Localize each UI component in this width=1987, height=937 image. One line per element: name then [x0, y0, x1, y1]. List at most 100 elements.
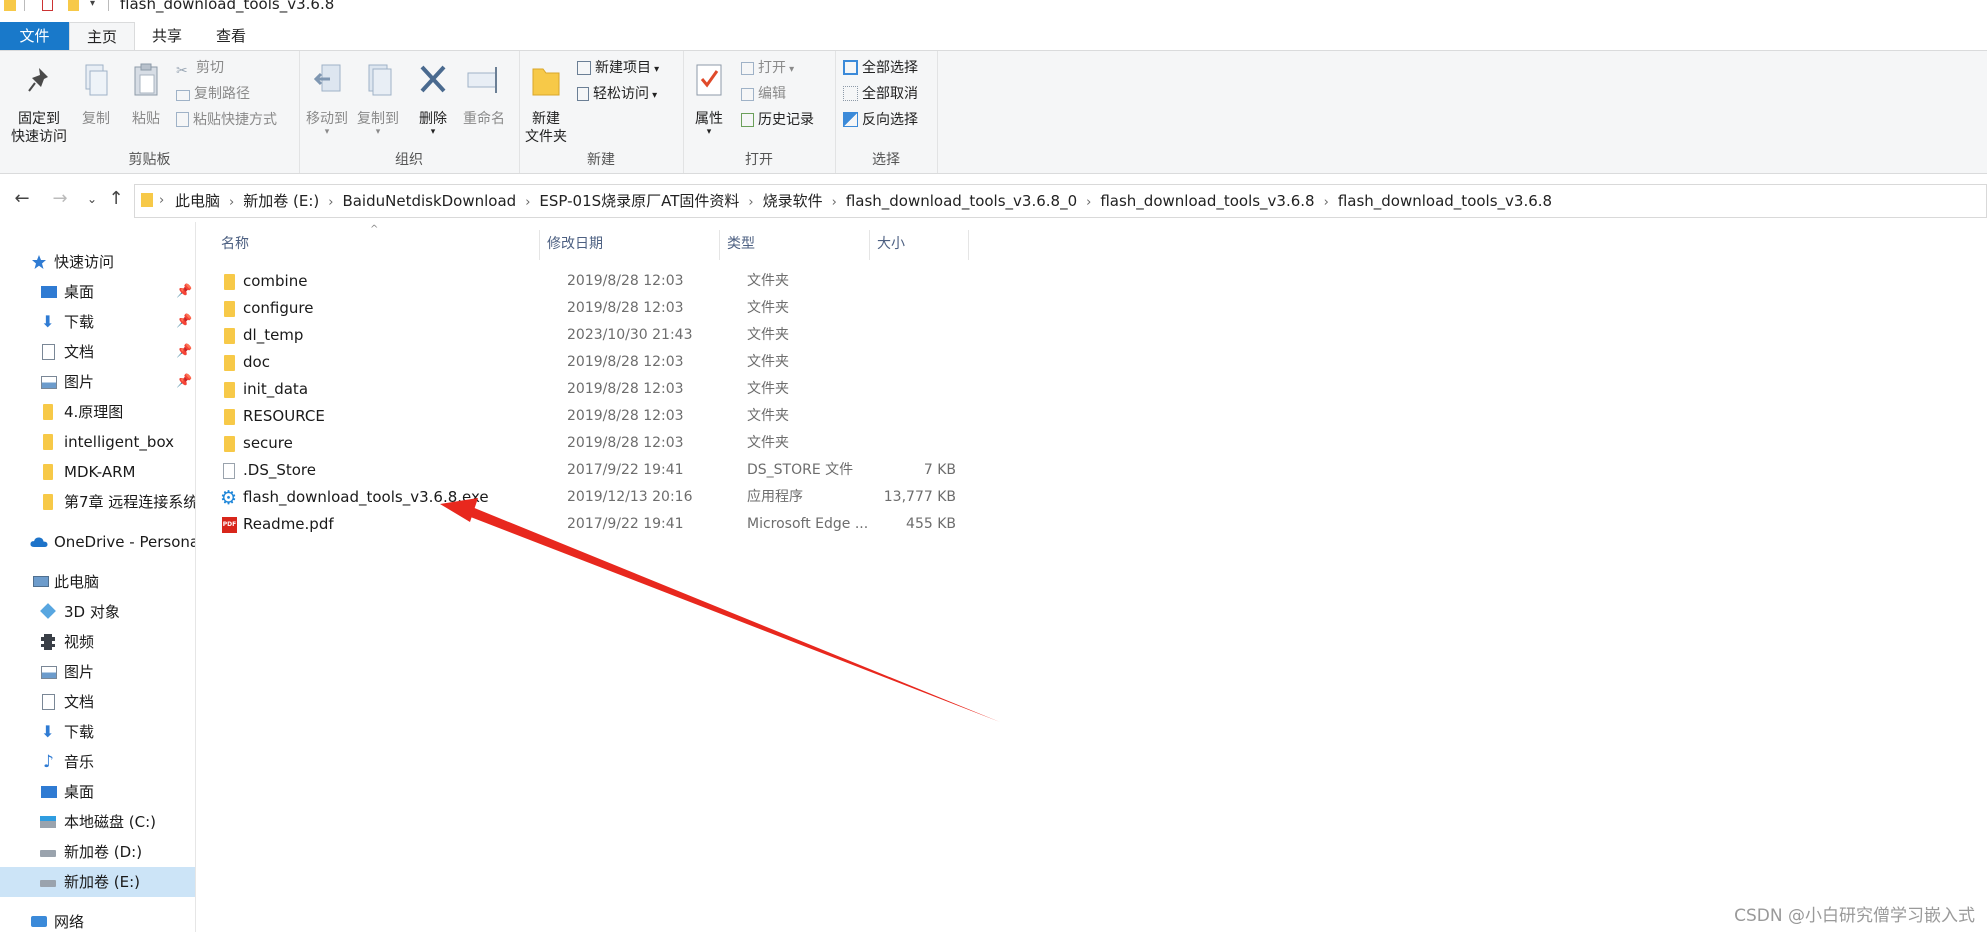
file-row[interactable]: doc 2019/8/28 12:03 文件夹	[216, 349, 1166, 376]
nav-item-folder[interactable]: 第7章 远程连接系统	[0, 487, 195, 517]
tab-file[interactable]: 文件	[0, 22, 69, 50]
cube-icon	[40, 603, 56, 619]
file-row[interactable]: RESOURCE 2019/8/28 12:03 文件夹	[216, 403, 1166, 430]
rename-button[interactable]: 重命名	[459, 61, 509, 128]
chevron-right-icon[interactable]: ›	[525, 187, 530, 219]
tab-home[interactable]: 主页	[69, 22, 135, 50]
breadcrumb-item[interactable]: flash_download_tools_v3.6.8	[1100, 185, 1314, 217]
breadcrumb-item[interactable]: 烧录软件	[763, 185, 823, 217]
nav-item-music[interactable]: ♪ 音乐	[0, 747, 195, 777]
column-divider[interactable]	[869, 230, 870, 260]
cut-button[interactable]: ✂ 剪切	[176, 57, 224, 79]
history-button[interactable]: 历史记录	[741, 109, 814, 131]
breadcrumb-item[interactable]: ESP-01S烧录原厂AT固件资料	[539, 185, 739, 217]
breadcrumb-item[interactable]: BaiduNetdiskDownload	[342, 185, 516, 217]
nav-item-drive-c[interactable]: 本地磁盘 (C:)	[0, 807, 195, 837]
properties-button[interactable]: 属性 ▾	[691, 61, 727, 137]
tab-share[interactable]: 共享	[135, 22, 199, 50]
back-arrow-icon[interactable]: ←	[10, 188, 34, 209]
nav-item-downloads[interactable]: ⬇ 下载 📌	[0, 307, 195, 337]
chevron-right-icon[interactable]: ›	[1086, 187, 1091, 219]
nav-this-pc[interactable]: 此电脑	[0, 567, 195, 597]
chevron-right-icon[interactable]: ›	[1324, 187, 1329, 219]
chevron-right-icon[interactable]: ›	[748, 187, 753, 219]
column-divider[interactable]	[719, 230, 720, 260]
copy-to-button[interactable]: 复制到 ▾	[353, 61, 403, 137]
chevron-down-icon[interactable]: ▾	[90, 0, 95, 9]
nav-item-folder[interactable]: 4.原理图	[0, 397, 195, 427]
new-item-button[interactable]: 新建项目 ▾	[577, 57, 659, 79]
file-row[interactable]: PDF Readme.pdf 2017/9/22 19:41 Microsoft…	[216, 511, 1166, 538]
chevron-right-icon[interactable]: ›	[328, 187, 333, 219]
invert-selection-button[interactable]: 反向选择	[843, 109, 918, 131]
nav-item-pictures[interactable]: 图片	[0, 657, 195, 687]
edit-button[interactable]: 编辑	[741, 83, 786, 105]
column-header-type[interactable]: 类型	[727, 230, 755, 258]
nav-network[interactable]: 网络	[0, 907, 195, 937]
new-folder-icon[interactable]	[68, 0, 79, 11]
address-bar[interactable]: › 此电脑 › 新加卷 (E:) › BaiduNetdiskDownload › ESP-…	[134, 184, 1987, 218]
up-arrow-icon[interactable]: ↑	[104, 188, 128, 209]
column-divider[interactable]	[539, 230, 540, 260]
paste-shortcut-button[interactable]: 粘贴快捷方式	[176, 109, 277, 131]
nav-item-videos[interactable]: 视频	[0, 627, 195, 657]
nav-item-documents[interactable]: 文档 📌	[0, 337, 195, 367]
column-header-name[interactable]: 名称	[221, 230, 249, 258]
recent-locations-chevron-icon[interactable]: ⌄	[80, 192, 104, 206]
nav-quick-access[interactable]: 快速访问	[0, 247, 195, 277]
column-header-date[interactable]: 修改日期	[547, 230, 603, 258]
delete-x-icon	[420, 65, 446, 93]
nav-item-3d-objects[interactable]: 3D 对象	[0, 597, 195, 627]
nav-item-desktop[interactable]: 桌面	[0, 777, 195, 807]
cloud-icon	[30, 537, 48, 547]
new-group-label: 新建	[587, 152, 615, 168]
breadcrumb-item[interactable]: flash_download_tools_v3.6.8_0	[846, 185, 1077, 217]
file-row[interactable]: ⚙ flash_download_tools_v3.6.8.exe 2019/1…	[216, 484, 1166, 511]
copy-path-button[interactable]: 复制路径	[176, 83, 250, 105]
tab-view[interactable]: 查看	[199, 22, 263, 50]
pin-icon: 📌	[176, 284, 193, 299]
column-divider[interactable]	[968, 230, 969, 260]
nav-item-drive-d[interactable]: 新加卷 (D:)	[0, 837, 195, 867]
forward-arrow-icon[interactable]: →	[48, 188, 72, 209]
select-none-button[interactable]: 全部取消	[843, 83, 918, 105]
navigation-pane: 快速访问 桌面 📌 ⬇ 下载 📌 文档 📌 图片 📌 4.原理图 intelli…	[0, 222, 196, 932]
file-row[interactable]: init_data 2019/8/28 12:03 文件夹	[216, 376, 1166, 403]
open-group: 属性 ▾ 打开 ▾ 编辑 历史记录 打开	[683, 51, 836, 173]
paste-button[interactable]: 粘贴	[126, 61, 166, 128]
edit-icon	[741, 88, 754, 101]
breadcrumb-item[interactable]: 新加卷 (E:)	[243, 185, 319, 217]
breadcrumb-item[interactable]: flash_download_tools_v3.6.8	[1338, 185, 1552, 217]
chevron-right-icon[interactable]: ›	[229, 187, 234, 219]
nav-item-drive-e[interactable]: 新加卷 (E:)	[0, 867, 195, 897]
nav-item-desktop[interactable]: 桌面 📌	[0, 277, 195, 307]
open-button[interactable]: 打开 ▾	[741, 57, 794, 79]
nav-item-folder[interactable]: MDK-ARM	[0, 457, 195, 487]
select-group: 全部选择 全部取消 反向选择 选择	[835, 51, 938, 173]
select-all-button[interactable]: 全部选择	[843, 57, 918, 79]
file-row[interactable]: combine 2019/8/28 12:03 文件夹	[216, 268, 1166, 295]
properties-icon[interactable]	[42, 0, 53, 11]
nav-item-folder[interactable]: intelligent_box	[0, 427, 195, 457]
chevron-right-icon[interactable]: ›	[832, 187, 837, 219]
file-row[interactable]: dl_temp 2023/10/30 21:43 文件夹	[216, 322, 1166, 349]
nav-item-documents[interactable]: 文档	[0, 687, 195, 717]
easy-access-button[interactable]: 轻松访问 ▾	[577, 83, 657, 105]
move-to-button[interactable]: 移动到 ▾	[303, 61, 351, 137]
new-folder-button[interactable]: 新建 文件夹	[523, 61, 569, 146]
file-row[interactable]: .DS_Store 2017/9/22 19:41 DS_STORE 文件 7 …	[216, 457, 1166, 484]
nav-item-downloads[interactable]: ⬇ 下载	[0, 717, 195, 747]
breadcrumb-item[interactable]: 此电脑	[175, 185, 220, 217]
address-row: ← → ⌄ ↑ › 此电脑 › 新加卷 (E:) › BaiduNetdiskDownl…	[0, 182, 1987, 220]
column-header-size[interactable]: 大小	[877, 230, 905, 258]
delete-button[interactable]: 删除 ▾	[413, 61, 453, 137]
nav-item-pictures[interactable]: 图片 📌	[0, 367, 195, 397]
nav-onedrive[interactable]: OneDrive - Persona	[0, 527, 195, 557]
folder-icon	[224, 409, 235, 425]
open-icon	[741, 62, 754, 75]
file-row[interactable]: configure 2019/8/28 12:03 文件夹	[216, 295, 1166, 322]
copy-button[interactable]: 复制	[76, 61, 116, 128]
pin-to-quick-access-button[interactable]: 固定到 快速访问	[6, 65, 72, 146]
file-row[interactable]: secure 2019/8/28 12:03 文件夹	[216, 430, 1166, 457]
pin-icon: 📌	[176, 314, 193, 329]
